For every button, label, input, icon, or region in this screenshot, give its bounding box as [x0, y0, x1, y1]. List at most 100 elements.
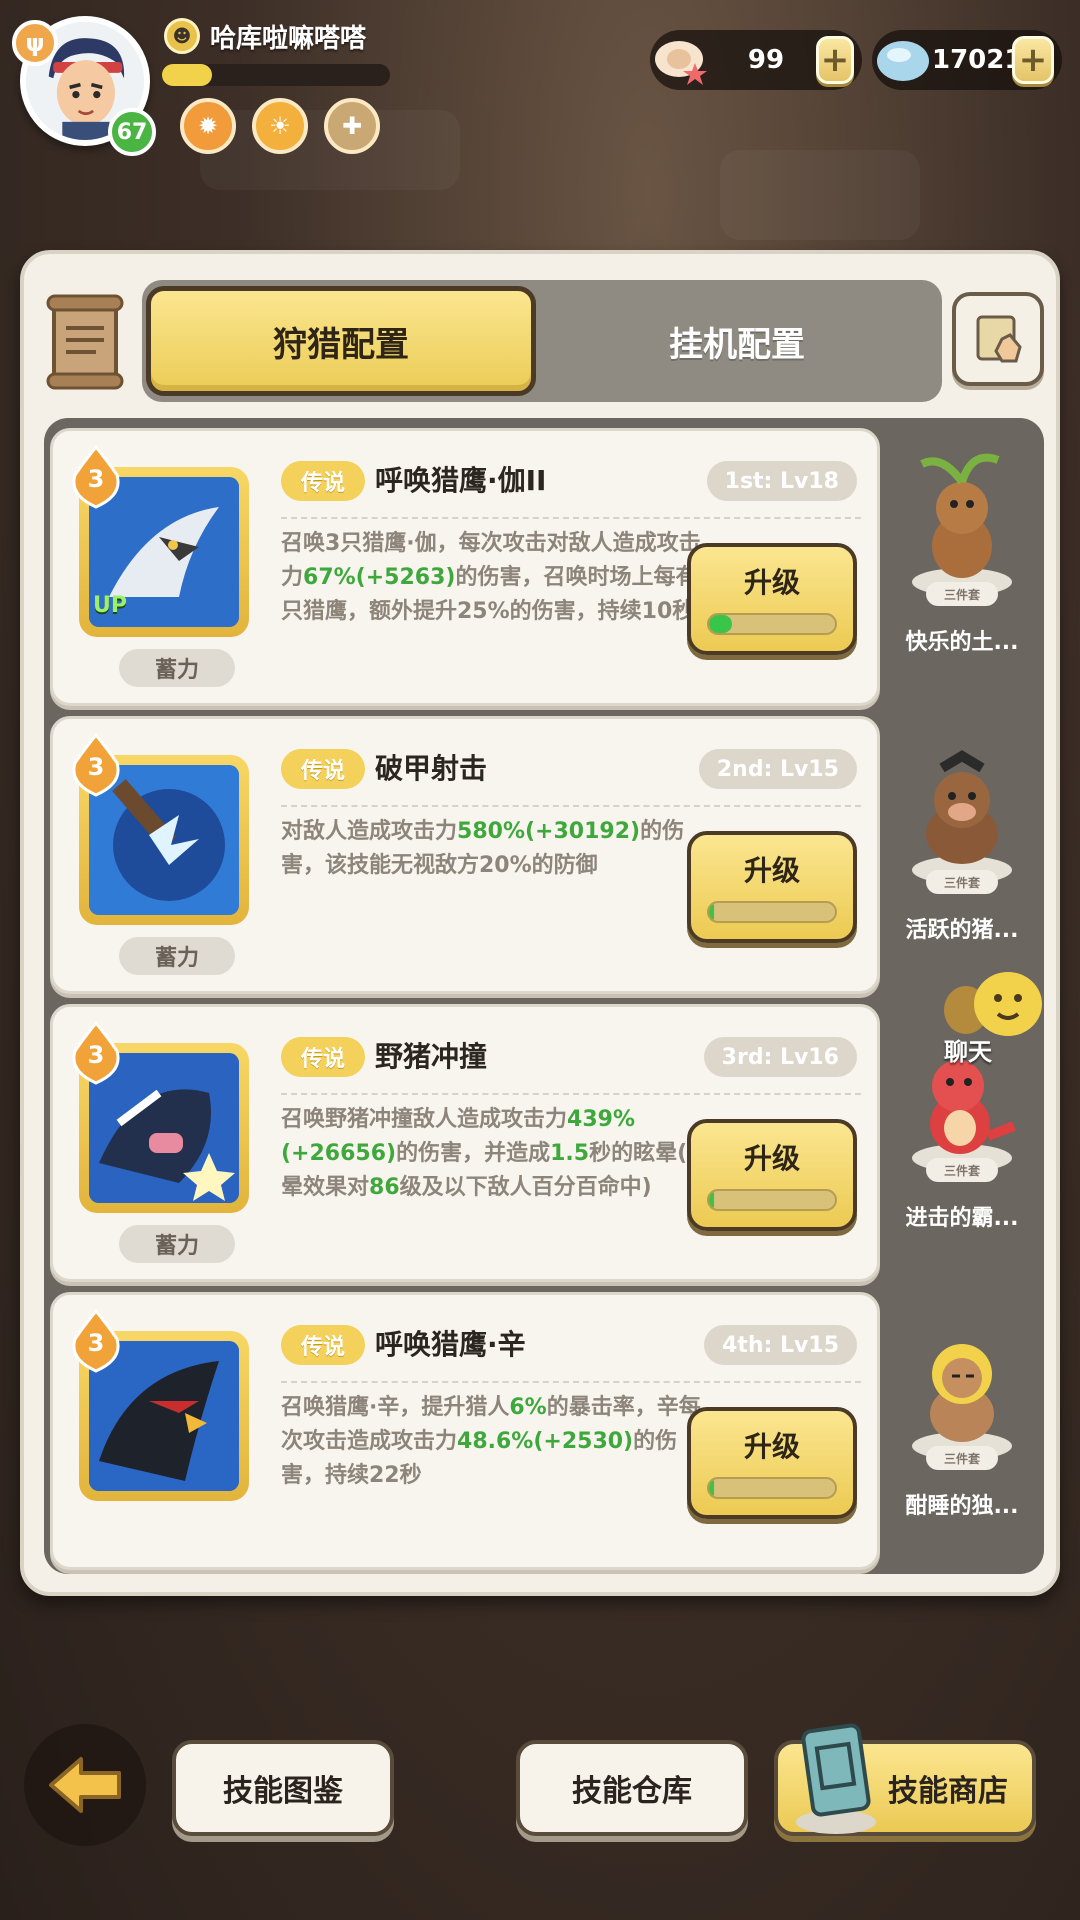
claw-badge-icon: ψ	[12, 20, 58, 66]
hand-card-icon	[976, 315, 1022, 363]
tab-hunt-config[interactable]: 狩猎配置	[146, 286, 536, 396]
set-tag: 三件套	[926, 1158, 998, 1182]
skill-description: 召唤猎鹰·辛，提升猎人6%的暴击率，辛每次攻击造成攻击力48.6%(+2530)…	[281, 1395, 701, 1488]
upgrade-progress-bar	[707, 613, 837, 635]
charge-tag: 蓄力	[119, 649, 235, 687]
slot-level-badge: 4th: Lv15	[704, 1325, 857, 1365]
set-tag: 三件套	[926, 1446, 998, 1470]
skill-icon[interactable]: 3	[72, 732, 249, 925]
pet-slot-4[interactable]: 三件套 酣睡的独...	[886, 1292, 1038, 1570]
rank-flame-icon: 3	[69, 1020, 123, 1085]
skill-card-3[interactable]: 3 蓄力 传说 野猪冲撞 3rd: Lv16 召唤野猪冲撞敌人造成攻击力439%…	[50, 1004, 880, 1282]
chat-button[interactable]: 聊天	[938, 970, 1058, 1080]
upgrade-label: 升级	[743, 566, 800, 599]
pet-name: 活跃的猪...	[905, 918, 1019, 943]
chat-label: 聊天	[944, 1038, 992, 1066]
charge-tag: 蓄力	[119, 1225, 235, 1263]
player-name-row: ☻ 哈库啦嘛嗒嗒	[164, 16, 366, 56]
crystal-icon	[868, 24, 938, 94]
skill-rank: 3	[87, 465, 105, 493]
config-tabs: 狩猎配置 挂机配置	[142, 280, 942, 402]
up-tag: UP	[93, 593, 127, 618]
crystal-currency: 17021 +	[872, 30, 1062, 90]
edit-config-button[interactable]	[952, 292, 1044, 386]
upgrade-progress-bar	[707, 1477, 837, 1499]
skill-description: 召唤野猪冲撞敌人造成攻击力439%(+26656)的伤害，并造成1.5秒的眩晕(…	[281, 1107, 710, 1200]
upgrade-progress-fill	[709, 1191, 715, 1209]
set-tag: 三件套	[926, 870, 998, 894]
slot-level-badge: 1st: Lv18	[706, 461, 857, 501]
rarity-tag: 传说	[281, 749, 365, 789]
scroll-icon[interactable]	[44, 294, 126, 390]
skill-shop-button[interactable]: 技能商店	[774, 1723, 1036, 1836]
upgrade-progress-fill	[709, 615, 732, 633]
upgrade-progress-fill	[709, 903, 715, 921]
player-name: 哈库啦嘛嗒嗒	[210, 23, 367, 54]
upgrade-label: 升级	[743, 1430, 800, 1463]
sun-buff-icon[interactable]: ☀	[252, 98, 308, 154]
upgrade-label: 升级	[743, 1142, 800, 1175]
skill-config-panel: 狩猎配置 挂机配置 3 UP 蓄力 传说 呼唤猎鹰·伽II 1st: Lv18 …	[20, 250, 1060, 1596]
rarity-tag: 传说	[281, 1037, 365, 1077]
skill-icon[interactable]: 3	[72, 1308, 249, 1501]
add-crystal-button[interactable]: +	[1012, 36, 1054, 84]
skill-card-1[interactable]: 3 UP 蓄力 传说 呼唤猎鹰·伽II 1st: Lv18 召唤3只猎鹰·伽，每…	[50, 428, 880, 706]
upgrade-label: 升级	[743, 854, 800, 887]
rank-flame-icon: 3	[69, 1308, 123, 1373]
rarity-tag: 传说	[281, 461, 365, 501]
shell-starfish-icon	[646, 24, 716, 94]
skill-icon[interactable]: 3	[72, 1020, 249, 1213]
upgrade-progress-bar	[707, 901, 837, 923]
shell-count: 99	[747, 45, 785, 75]
divider	[281, 517, 861, 519]
add-shell-button[interactable]: +	[816, 36, 854, 84]
skill-shop-label: 技能商店	[888, 1774, 1008, 1809]
boar-pet-icon	[912, 750, 1012, 884]
xp-bar	[162, 64, 390, 86]
stone-tablet-icon	[796, 1723, 876, 1834]
skill-rank: 3	[87, 753, 105, 781]
skill-card-2[interactable]: 3 蓄力 传说 破甲射击 2nd: Lv15 对敌人造成攻击力580%(+301…	[50, 716, 880, 994]
xp-bar-fill	[162, 64, 213, 86]
pet-name: 快乐的土...	[905, 630, 1019, 655]
slot-level-badge: 3rd: Lv16	[703, 1037, 857, 1077]
upgrade-progress-bar	[707, 1189, 837, 1211]
gopher-pet-icon	[912, 453, 1012, 596]
upgrade-progress-fill	[709, 1479, 715, 1497]
skill-list: 3 UP 蓄力 传说 呼唤猎鹰·伽II 1st: Lv18 召唤3只猎鹰·伽，每…	[44, 418, 1044, 1574]
upgrade-button[interactable]: 升级	[687, 831, 857, 943]
back-button[interactable]	[24, 1724, 146, 1846]
pet-slot-2[interactable]: 三件套 活跃的猪...	[886, 716, 1038, 994]
pet-name: 酣睡的独...	[905, 1494, 1019, 1519]
upgrade-button[interactable]: 升级	[687, 1119, 857, 1231]
skill-rank: 3	[87, 1329, 105, 1357]
skill-name: 野猪冲撞	[375, 1040, 488, 1073]
upgrade-button[interactable]: 升级	[687, 543, 857, 655]
rank-flame-icon: 3	[69, 444, 123, 509]
skill-name: 呼唤猎鹰·辛	[375, 1328, 526, 1361]
skill-storage-button[interactable]: 技能仓库	[516, 1740, 748, 1836]
skill-card-4[interactable]: 3 传说 呼唤猎鹰·辛 4th: Lv15 召唤猎鹰·辛，提升猎人6%的暴击率，…	[50, 1292, 880, 1570]
dino-skull-icon: ☻	[164, 18, 200, 54]
shield-buff-icon[interactable]: ✚	[324, 98, 380, 154]
charge-tag: 蓄力	[119, 937, 235, 975]
upgrade-button[interactable]: 升级	[687, 1407, 857, 1519]
player-level-badge: 67	[108, 108, 156, 156]
tab-idle-config[interactable]: 挂机配置	[542, 286, 932, 396]
divider	[281, 1381, 861, 1383]
set-tag: 三件套	[926, 582, 998, 606]
sleepy-lion-pet-icon	[912, 1344, 1012, 1460]
skill-codex-button[interactable]: 技能图鉴	[172, 1740, 394, 1836]
pet-slot-1[interactable]: 三件套 快乐的土...	[886, 428, 1038, 706]
crystal-count: 17021	[932, 45, 1023, 75]
rarity-tag: 传说	[281, 1325, 365, 1365]
shell-currency: 99 +	[650, 30, 862, 90]
skill-rank: 3	[87, 1041, 105, 1069]
skill-name: 呼唤猎鹰·伽II	[375, 464, 547, 497]
divider	[281, 1093, 861, 1095]
fire-buff-icon[interactable]: ✹	[180, 98, 236, 154]
skill-icon[interactable]: 3 UP	[72, 444, 249, 637]
skill-description: 召唤3只猎鹰·伽，每次攻击对敌人造成攻击力67%(+5263)的伤害，召唤时场上…	[281, 531, 713, 624]
rank-flame-icon: 3	[69, 732, 123, 797]
skill-description: 对敌人造成攻击力580%(+30192)的伤害，该技能无视敌方20%的防御	[281, 819, 685, 878]
